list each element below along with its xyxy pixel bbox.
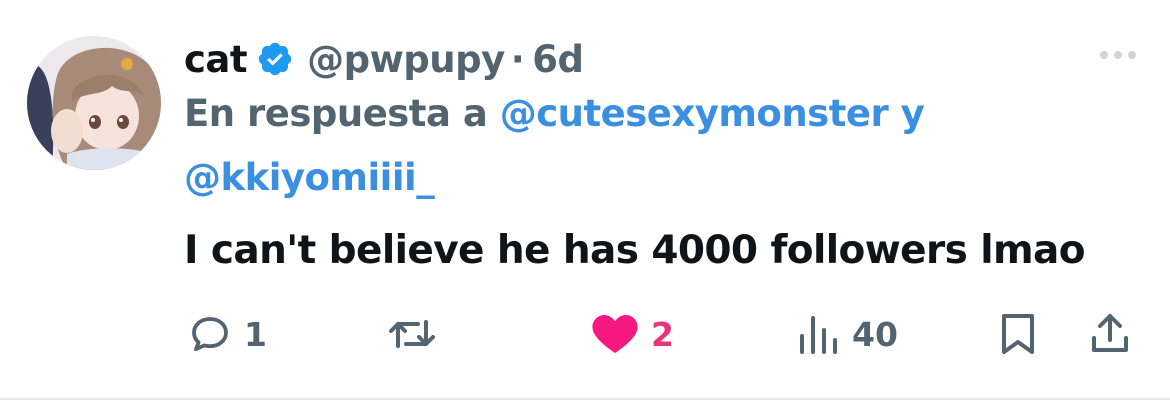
reply-joiner: y [900,92,925,135]
reply-mention-link[interactable]: @kkiyomiiii_ [184,156,435,199]
bookmark-button[interactable] [996,306,1040,362]
reply-prefix: En respuesta a [184,92,488,135]
reply-count: 1 [244,314,267,354]
views-count: 40 [852,314,898,354]
retweet-icon [384,310,440,358]
verified-badge-icon [256,40,294,78]
user-handle[interactable]: @pwpupy [307,38,505,81]
tweet-text: I can't believe he has 4000 followers lm… [184,228,1086,273]
reply-context-continued: @kkiyomiiii_ [184,156,435,199]
avatar-image [27,36,161,170]
action-bar: 1 2 40 [0,306,1170,362]
like-button[interactable]: 2 [589,306,674,362]
share-button[interactable] [1086,306,1134,362]
tweet[interactable]: cat @pwpupy · 6d En respuesta a @cutesex… [0,0,1170,406]
reply-button[interactable]: 1 [186,306,267,362]
like-count: 2 [651,314,674,354]
timestamp[interactable]: 6d [532,38,584,81]
more-icon[interactable] [1098,45,1138,65]
heart-icon [589,310,641,358]
reply-icon [186,310,234,358]
retweet-button[interactable] [384,306,450,362]
reply-mention-link[interactable]: @cutesexymonster [500,92,889,135]
views-icon [796,310,842,358]
avatar[interactable] [27,36,161,170]
display-name[interactable]: cat [184,38,248,81]
tweet-header: cat @pwpupy · 6d [184,30,584,88]
reply-context: En respuesta a @cutesexymonster y [184,92,925,135]
divider [0,398,1170,400]
share-icon [1086,310,1134,358]
separator-dot: · [510,37,525,81]
bookmark-icon [996,310,1040,358]
views-button[interactable]: 40 [796,306,898,362]
